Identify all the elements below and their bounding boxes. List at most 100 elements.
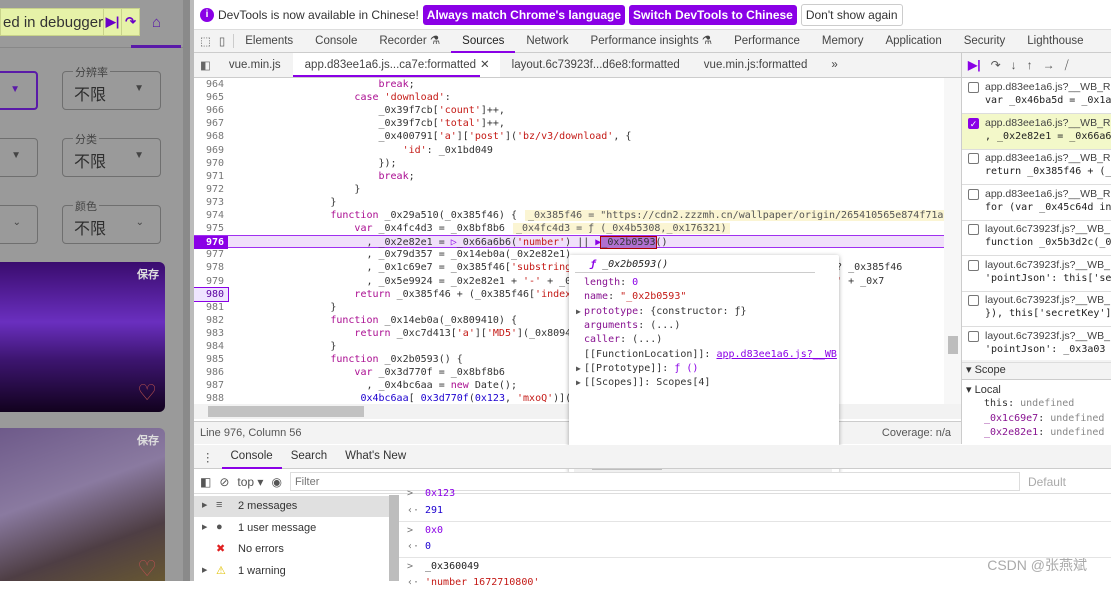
resolution-select[interactable]: 分辨率 不限 ▼ bbox=[62, 64, 161, 110]
function-location-link[interactable]: app.d83ee1a6.js?__WB bbox=[716, 349, 836, 360]
popover-property[interactable]: [[FunctionLocation]]: app.d83ee1a6.js?__… bbox=[584, 349, 837, 360]
file-tab[interactable]: vue.min.js bbox=[217, 53, 293, 77]
filter-select-1[interactable]: ▼ bbox=[0, 71, 38, 110]
line-number[interactable]: 983 bbox=[194, 327, 228, 340]
popover-property[interactable]: ▶ prototype: {constructor: ƒ} bbox=[576, 306, 747, 317]
line-number[interactable]: 979 bbox=[194, 275, 228, 288]
line-number[interactable]: 980 bbox=[194, 286, 229, 302]
line-number[interactable]: 973 bbox=[194, 196, 228, 209]
line-number[interactable]: 988 bbox=[194, 392, 228, 404]
file-tab[interactable]: » bbox=[819, 53, 849, 77]
expand-triangle-icon[interactable]: ▶ bbox=[202, 566, 207, 574]
dont-show-again-button[interactable]: Don't show again bbox=[800, 3, 903, 26]
breakpoint-item[interactable]: layout.6c73923f.js?__WB_ function _0x5b3d… bbox=[962, 220, 1111, 256]
popover-property[interactable]: arguments: (...) bbox=[584, 320, 680, 331]
step-over-icon[interactable]: ↷ bbox=[121, 9, 139, 35]
line-number[interactable]: 970 bbox=[194, 157, 228, 170]
line-number[interactable]: 981 bbox=[194, 301, 228, 314]
line-number[interactable]: 972 bbox=[194, 183, 228, 196]
drawer-tab-search[interactable]: Search bbox=[282, 445, 336, 469]
line-number[interactable]: 986 bbox=[194, 366, 228, 379]
device-toolbar-icon[interactable]: ▯ bbox=[217, 34, 235, 48]
switch-to-chinese-button[interactable]: Switch DevTools to Chinese bbox=[629, 4, 797, 25]
popover-property[interactable]: length: 0 bbox=[584, 277, 638, 288]
file-tab[interactable]: vue.min.js:formatted bbox=[692, 53, 820, 77]
breakpoint-checkbox[interactable] bbox=[968, 295, 979, 306]
file-tab[interactable]: layout.6c73923f...d6e8:formatted bbox=[500, 53, 692, 77]
file-tab[interactable]: app.d83ee1a6.js...ca7e:formatted bbox=[292, 53, 488, 77]
line-number[interactable]: 968 bbox=[194, 130, 228, 143]
tab-performance[interactable]: Performance bbox=[723, 30, 811, 53]
line-number[interactable]: 967 bbox=[194, 117, 228, 130]
console-sidebar-item[interactable]: ▶ ≡ 2 messages bbox=[194, 496, 389, 517]
sidebar-toggle-icon[interactable]: ◧ bbox=[200, 475, 211, 489]
inspect-element-icon[interactable]: ⬚ bbox=[194, 34, 217, 48]
color-select[interactable]: 颜色 不限 ⌄ bbox=[62, 198, 161, 244]
step-icon[interactable]: → bbox=[1043, 58, 1055, 72]
breakpoint-checkbox[interactable] bbox=[968, 224, 979, 235]
toggle-navigator-icon[interactable]: ◧ bbox=[194, 58, 217, 72]
step-out-icon[interactable]: ↑ bbox=[1027, 58, 1033, 72]
breakpoint-item[interactable]: layout.6c73923f.js?__WB_}), this['secret… bbox=[962, 291, 1111, 327]
resume-icon[interactable]: ▶| bbox=[968, 58, 981, 72]
tab-security[interactable]: Security bbox=[953, 30, 1017, 53]
expand-triangle-icon[interactable]: ▶ bbox=[576, 364, 581, 373]
breakpoint-item[interactable]: app.d83ee1a6.js?__WB_RE return _0x385f46 … bbox=[962, 149, 1111, 185]
expand-triangle-icon[interactable]: ▶ bbox=[202, 523, 207, 531]
always-match-language-button[interactable]: Always match Chrome's language bbox=[422, 4, 626, 25]
breakpoint-item[interactable]: app.d83ee1a6.js?__WB_RE var _0x46ba5d = _… bbox=[962, 78, 1111, 114]
live-expression-icon[interactable]: ◉ bbox=[271, 475, 281, 489]
popover-property[interactable]: name: "_0x2b0593" bbox=[584, 291, 686, 302]
breakpoint-checkbox[interactable] bbox=[968, 188, 979, 200]
clear-console-icon[interactable]: ⊘ bbox=[219, 475, 229, 489]
heart-icon[interactable]: ♡ bbox=[137, 380, 157, 406]
line-number[interactable]: 971 bbox=[194, 170, 228, 183]
breakpoint-item[interactable]: app.d83ee1a6.js?__WB_RE for (var _0x45c64… bbox=[962, 185, 1111, 221]
line-number[interactable]: 974 bbox=[194, 209, 228, 222]
page-scrollbar[interactable] bbox=[183, 0, 190, 581]
wallpaper-card[interactable]: 保存 ♡ bbox=[0, 262, 165, 412]
line-number[interactable]: 965 bbox=[194, 91, 228, 104]
expand-triangle-icon[interactable]: ▶ bbox=[576, 307, 581, 316]
heart-icon[interactable]: ♡ bbox=[137, 556, 157, 581]
home-icon[interactable]: ⌂ bbox=[152, 14, 161, 31]
console-sidebar-item[interactable]: ✖ No errors bbox=[194, 539, 389, 560]
line-number[interactable]: 964 bbox=[194, 78, 228, 91]
tab-sources[interactable]: Sources bbox=[451, 30, 516, 53]
breakpoint-checkbox[interactable] bbox=[968, 259, 979, 271]
editor-vertical-scrollbar[interactable] bbox=[944, 78, 961, 404]
line-number[interactable]: 969 bbox=[194, 144, 228, 157]
breakpoint-item[interactable]: layout.6c73923f.js?__WB_'pointJson': _0x… bbox=[962, 327, 1111, 363]
breakpoint-checkbox[interactable]: ✓ bbox=[968, 117, 979, 129]
tab-network[interactable]: Network bbox=[515, 30, 579, 53]
scope-local[interactable]: ▾ Local bbox=[966, 383, 1001, 396]
scope-header[interactable]: ▾ Scope bbox=[962, 360, 1111, 380]
breakpoint-checkbox[interactable] bbox=[968, 82, 979, 93]
close-tab-icon[interactable]: ✕ bbox=[480, 53, 500, 77]
line-number[interactable]: 975 bbox=[194, 222, 228, 235]
tab-performance[interactable]: Performance insights ⚗ bbox=[580, 30, 724, 53]
scrollbar-thumb[interactable] bbox=[948, 336, 958, 354]
tab-console[interactable]: Console bbox=[304, 30, 368, 53]
save-button[interactable]: 保存 bbox=[137, 432, 159, 448]
drawer-tab-what-s-new[interactable]: What's New bbox=[336, 445, 415, 469]
wallpaper-card[interactable]: 保存 ♡ bbox=[0, 428, 165, 581]
line-number[interactable]: 984 bbox=[194, 340, 228, 353]
scope-variable[interactable]: _0x1c69e7: undefined bbox=[984, 413, 1104, 424]
tab-memory[interactable]: Memory bbox=[811, 30, 875, 53]
context-selector[interactable]: top ▾ bbox=[237, 475, 263, 489]
line-number[interactable]: 978 bbox=[194, 261, 228, 274]
line-number[interactable]: 987 bbox=[194, 379, 228, 392]
scrollbar-thumb[interactable] bbox=[208, 406, 364, 417]
category-select[interactable]: 分类 不限 ▼ bbox=[62, 131, 161, 177]
popover-property[interactable]: ▶ [[Prototype]]: ƒ () bbox=[576, 363, 698, 374]
line-number[interactable]: 982 bbox=[194, 314, 228, 327]
breakpoint-item[interactable]: layout.6c73923f.js?__WB_'pointJson': thi… bbox=[962, 256, 1111, 292]
more-tools-icon[interactable]: ⋮ bbox=[194, 450, 222, 464]
filter-select-3[interactable]: ⌄ bbox=[0, 205, 38, 244]
step-into-icon[interactable]: ↓ bbox=[1011, 58, 1017, 72]
tab-recorder[interactable]: Recorder ⚗ bbox=[368, 30, 451, 53]
sidebar-scrollbar[interactable] bbox=[389, 495, 399, 581]
scope-variable[interactable]: this: undefined bbox=[984, 398, 1074, 409]
line-number[interactable]: 977 bbox=[194, 248, 228, 261]
